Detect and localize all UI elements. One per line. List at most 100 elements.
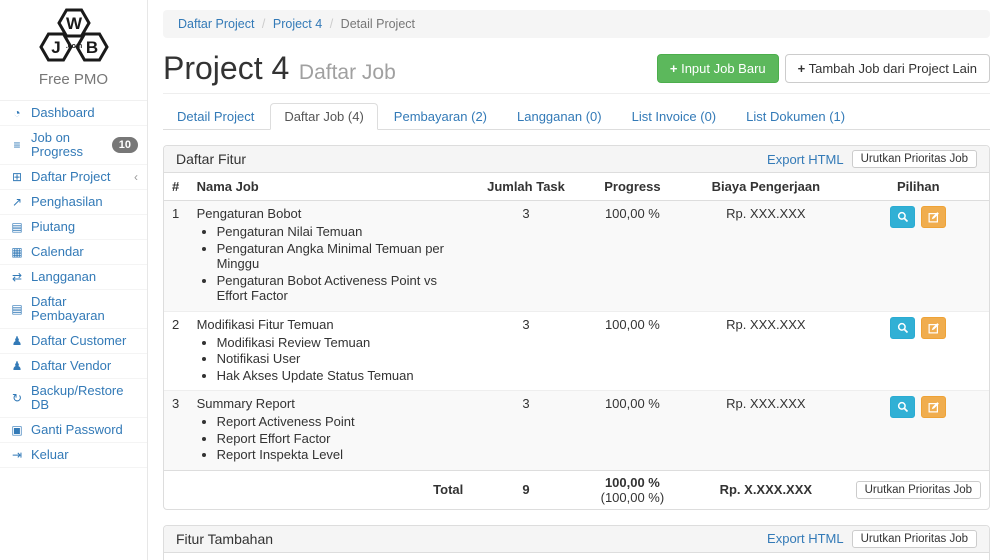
sidebar-item-daftar-vendor[interactable]: ♟ Daftar Vendor <box>0 354 147 378</box>
sidebar-item-label: Daftar Vendor <box>31 359 111 373</box>
tab-list-invoice[interactable]: List Invoice (0) <box>618 103 733 129</box>
sidebar-item-keluar[interactable]: ⇥ Keluar <box>0 443 147 467</box>
daftar-fitur-table: # Nama Job Jumlah Task Progress Biaya Pe… <box>164 173 989 509</box>
tab-pembayaran[interactable]: Pembayaran (2) <box>380 103 503 129</box>
sidebar-item-ganti-password[interactable]: ▣ Ganti Password <box>0 418 147 442</box>
tasks-icon: ≡ <box>9 138 25 152</box>
sidebar-item-label: Job on Progress <box>31 131 112 159</box>
view-job-button[interactable] <box>890 396 915 418</box>
table-row: 1 Pengaturan Bobot Pengaturan Nilai Temu… <box>164 201 989 312</box>
urutkan-prioritas-job-button[interactable]: Urutkan Prioritas Job <box>852 530 977 548</box>
sidebar-item-piutang[interactable]: ▤ Piutang <box>0 215 147 239</box>
sidebar-nav: ◔ Dashboard ≡ Job on Progress 10 ⊞ Dafta… <box>0 100 147 468</box>
plus-icon: + <box>798 61 806 76</box>
col-biaya-pengerjaan: Biaya Pengerjaan <box>684 173 848 201</box>
sidebar-item-label: Langganan <box>31 270 96 284</box>
svg-text:B: B <box>85 38 97 57</box>
urutkan-prioritas-job-button[interactable]: Urutkan Prioritas Job <box>856 481 981 499</box>
progress-cell: 100,00 % <box>581 201 684 312</box>
col-pilihan: Pilihan <box>848 553 989 560</box>
job-task-item: Pengaturan Bobot Activeness Point vs Eff… <box>217 273 464 304</box>
breadcrumb-project-4[interactable]: Project 4 <box>273 17 322 31</box>
sidebar-item-label: Daftar Customer <box>31 334 126 348</box>
svg-text:W: W <box>65 14 82 33</box>
tab-daftar-job[interactable]: Daftar Job (4) <box>270 103 379 129</box>
breadcrumb-separator: / <box>262 17 265 31</box>
sidebar-item-label: Keluar <box>31 448 69 462</box>
users-icon: ♟ <box>9 334 25 348</box>
sidebar-item-penghasilan[interactable]: ↗ Penghasilan <box>0 190 147 214</box>
edit-icon <box>928 322 940 334</box>
panel-heading: Fitur Tambahan Export HTML Urutkan Prior… <box>164 526 989 553</box>
sidebar-item-label: Calendar <box>31 245 84 259</box>
row-number: 1 <box>164 201 189 312</box>
col-nama-job: Nama Job <box>189 173 472 201</box>
table-header-row: # Nama Job Jumlah Task Progress Biaya Pe… <box>164 553 989 560</box>
export-html-link[interactable]: Export HTML <box>767 152 844 167</box>
job-task-list: Report Activeness Point Report Effort Fa… <box>217 414 464 463</box>
sidebar-item-daftar-pembayaran[interactable]: ▤ Daftar Pembayaran <box>0 290 147 328</box>
biaya-cell: Rp. XXX.XXX <box>684 311 848 391</box>
sidebar-item-job-on-progress[interactable]: ≡ Job on Progress 10 <box>0 126 147 164</box>
breadcrumb-separator: / <box>330 17 333 31</box>
chevron-left-icon: ‹ <box>134 170 138 184</box>
progress-cell: 100,00 % <box>581 311 684 391</box>
svg-text:J: J <box>51 38 60 57</box>
sidebar-item-daftar-customer[interactable]: ♟ Daftar Customer <box>0 329 147 353</box>
view-job-button[interactable] <box>890 317 915 339</box>
col-progress: Progress <box>581 173 684 201</box>
job-task-item: Pengaturan Angka Minimal Temuan per Ming… <box>217 241 464 272</box>
edit-job-button[interactable] <box>921 206 946 228</box>
panel-heading: Daftar Fitur Export HTML Urutkan Priorit… <box>164 146 989 173</box>
job-task-item: Pengaturan Nilai Temuan <box>217 224 464 240</box>
col-jumlah-task: Jumlah Task <box>471 173 580 201</box>
app-logo[interactable]: W J B .com <box>0 0 147 69</box>
sidebar-item-langganan[interactable]: ⇄ Langganan <box>0 265 147 289</box>
table-row: 2 Modifikasi Fitur Temuan Modifikasi Rev… <box>164 311 989 391</box>
urutkan-prioritas-job-button[interactable]: Urutkan Prioritas Job <box>852 150 977 168</box>
sidebar-item-dashboard[interactable]: ◔ Dashboard <box>0 101 147 125</box>
tab-langganan[interactable]: Langganan (0) <box>503 103 618 129</box>
edit-job-button[interactable] <box>921 396 946 418</box>
export-html-link[interactable]: Export HTML <box>767 531 844 546</box>
line-chart-icon: ↗ <box>9 195 25 209</box>
table-icon: ⊞ <box>9 170 25 184</box>
tab-detail-project[interactable]: Detail Project <box>163 103 270 129</box>
job-task-item: Report Effort Factor <box>217 431 464 447</box>
total-actions: Urutkan Prioritas Job <box>848 470 989 509</box>
sidebar-item-label: Penghasilan <box>31 195 103 209</box>
tambah-job-dari-project-lain-button[interactable]: + Tambah Job dari Project Lain <box>785 54 990 83</box>
search-icon <box>897 322 909 334</box>
empty-cell <box>164 470 189 509</box>
panel-title: Daftar Fitur <box>176 151 246 167</box>
users-icon: ♟ <box>9 359 25 373</box>
actions-cell <box>848 201 989 312</box>
brand-name: Free PMO <box>0 71 147 88</box>
breadcrumb-current: Detail Project <box>341 17 415 31</box>
fitur-tambahan-table: # Nama Job Jumlah Task Progress Biaya Pe… <box>164 553 989 560</box>
sidebar-item-label: Ganti Password <box>31 423 123 437</box>
edit-icon <box>928 401 940 413</box>
col-number: # <box>164 553 189 560</box>
actions-cell <box>848 311 989 391</box>
sign-out-icon: ⇥ <box>9 448 25 462</box>
job-name-cell: Summary Report Report Activeness Point R… <box>189 391 472 471</box>
plus-icon: + <box>670 61 678 76</box>
panel-title: Fitur Tambahan <box>176 531 273 547</box>
tab-list-dokumen[interactable]: List Dokumen (1) <box>732 103 861 129</box>
header-actions: + Input Job Baru + Tambah Job dari Proje… <box>657 54 990 83</box>
edit-job-button[interactable] <box>921 317 946 339</box>
job-task-item: Notifikasi User <box>217 351 464 367</box>
sidebar-item-calendar[interactable]: ▦ Calendar <box>0 240 147 264</box>
view-job-button[interactable] <box>890 206 915 228</box>
biaya-cell: Rp. XXX.XXX <box>684 201 848 312</box>
breadcrumb-daftar-project[interactable]: Daftar Project <box>178 17 254 31</box>
sidebar-item-daftar-project[interactable]: ⊞ Daftar Project ‹ <box>0 165 147 189</box>
panel-daftar-fitur: Daftar Fitur Export HTML Urutkan Priorit… <box>163 145 990 510</box>
sidebar-item-backup-restore-db[interactable]: ↻ Backup/Restore DB <box>0 379 147 417</box>
money-icon: ▤ <box>9 302 25 316</box>
col-nama-job: Nama Job <box>189 553 350 560</box>
input-job-baru-button[interactable]: + Input Job Baru <box>657 54 779 83</box>
job-name-cell: Pengaturan Bobot Pengaturan Nilai Temuan… <box>189 201 472 312</box>
breadcrumb: Daftar Project / Project 4 / Detail Proj… <box>163 10 990 38</box>
